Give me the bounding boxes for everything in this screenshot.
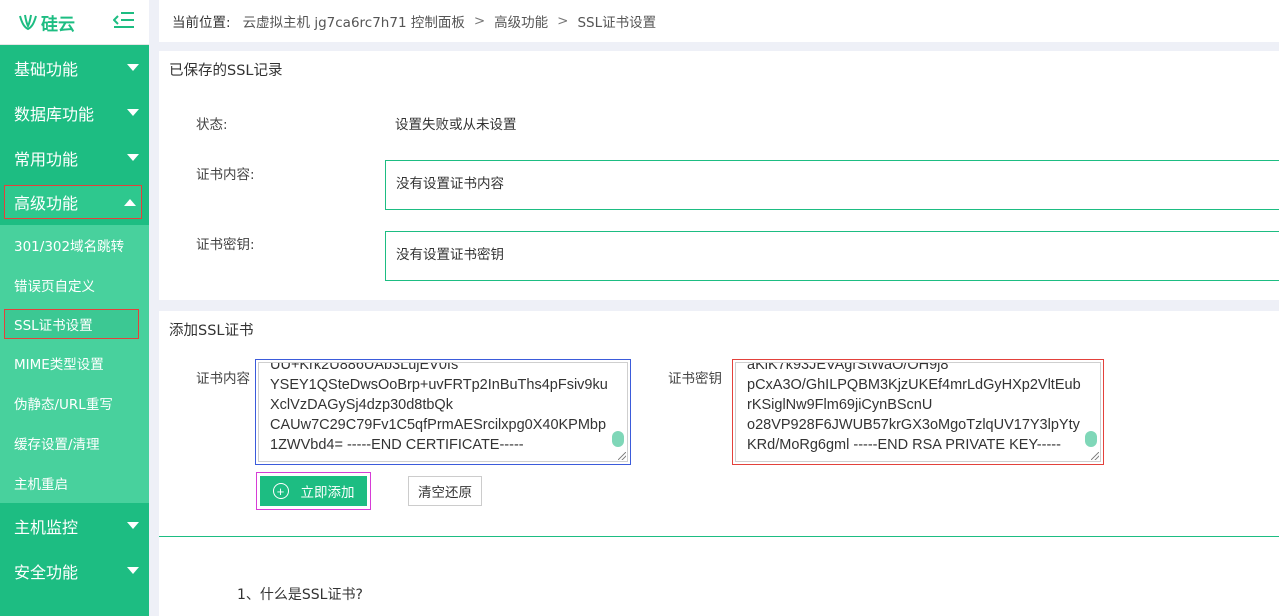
breadcrumb-prefix: 当前位置: xyxy=(172,15,231,31)
menu-group-advanced[interactable]: 高级功能 xyxy=(4,185,142,219)
saved-cert-box: 没有设置证书内容 xyxy=(385,160,1279,210)
cert-line: CAUw7C29C79Fv1C5qfPrmAESrcilxpg0X40KPMbp xyxy=(270,417,607,433)
menu-group-label: 基础功能 xyxy=(14,59,79,79)
caret-down-icon xyxy=(127,64,139,71)
logo[interactable]: 硅云 xyxy=(18,10,75,35)
resize-grip-icon[interactable] xyxy=(618,452,626,460)
faq-item[interactable]: 1、什么是SSL证书? xyxy=(237,584,363,604)
cert-textarea[interactable]: UU+Krk2U886UAb3LujEV0Is YSEY1QSteDwsOoBr… xyxy=(258,362,628,462)
menu-group-label: 数据库功能 xyxy=(14,104,95,124)
submenu-item-mime[interactable]: MIME类型设置 xyxy=(0,343,149,383)
saved-key-box: 没有设置证书密钥 xyxy=(385,231,1279,281)
plus-circle-icon: + xyxy=(272,483,289,499)
logo-text: 硅云 xyxy=(41,14,75,35)
add-now-label: 立即添加 xyxy=(300,485,355,500)
menu-group-label: 安全功能 xyxy=(14,562,79,582)
menu-group-label: 高级功能 xyxy=(14,194,79,213)
submenu-item-restart[interactable]: 主机重启 xyxy=(0,463,149,503)
status-value: 设置失败或从未设置 xyxy=(395,117,517,133)
menu-group-basic[interactable]: 基础功能 xyxy=(0,45,149,90)
caret-down-icon xyxy=(127,154,139,161)
submenu-item-cache[interactable]: 缓存设置/清理 xyxy=(0,423,149,463)
caret-up-icon xyxy=(124,198,136,206)
breadcrumb-item-advanced[interactable]: 高级功能 xyxy=(494,11,548,31)
logo-icon xyxy=(19,14,37,31)
sidebar-lower: 主机监控 安全功能 xyxy=(0,503,149,593)
add-now-button[interactable]: + 立即添加 xyxy=(260,476,367,506)
key-line: rKSiglNw9Flm69jiCynBScnU xyxy=(747,397,933,413)
key-line: pCxA3O/GhILPQBM3KjzUKEf4mrLdGyHXp2VltEub xyxy=(747,377,1081,393)
caret-down-icon xyxy=(127,522,139,529)
cert-scrollbar[interactable] xyxy=(612,431,624,447)
saved-cert-label: 证书内容: xyxy=(196,167,255,183)
breadcrumb-separator: > xyxy=(473,13,486,29)
menu-group-database[interactable]: 数据库功能 xyxy=(0,90,149,135)
saved-ssl-panel: 已保存的SSL记录 状态: 设置失败或从未设置 证书内容: 没有设置证书内容 证… xyxy=(159,51,1279,300)
divider xyxy=(159,536,1279,537)
menu-group-label: 常用功能 xyxy=(14,149,79,169)
key-scrollbar[interactable] xyxy=(1085,431,1097,447)
key-textarea-frame: aKlK7k93JEVAgrStWaO/OH9j8 pCxA3O/GhILPQB… xyxy=(732,359,1104,465)
key-line: KRd/MoRg6gml -----END RSA PRIVATE KEY---… xyxy=(747,437,1061,453)
saved-key-label: 证书密钥: xyxy=(196,237,255,253)
cert-line: 1ZWVbd4= -----END CERTIFICATE----- xyxy=(270,437,524,453)
add-ssl-panel: 添加SSL证书 证书内容 UU+Krk2U886UAb3LujEV0Is YSE… xyxy=(159,311,1279,616)
menu-group-monitor[interactable]: 主机监控 xyxy=(0,503,149,548)
submenu-item-error-page[interactable]: 错误页自定义 xyxy=(0,265,149,305)
menu-group-security[interactable]: 安全功能 xyxy=(0,548,149,593)
breadcrumb-item-panel[interactable]: 云虚拟主机 jg7ca6rc7h71 控制面板 xyxy=(243,11,465,31)
submenu-item-ssl[interactable]: SSL证书设置 xyxy=(4,309,139,339)
key-input-label: 证书密钥 xyxy=(668,371,722,387)
key-line: o28VP928F6JWUB57krGX3oMgoTzlqUV17Y3lpYty xyxy=(747,417,1080,433)
add-ssl-title: 添加SSL证书 xyxy=(169,323,254,339)
key-line: aKlK7k93JEVAgrStWaO/OH9j8 xyxy=(747,362,949,373)
advanced-submenu: 301/302域名跳转 错误页自定义 SSL证书设置 MIME类型设置 伪静态/… xyxy=(0,225,149,503)
cert-line: YSEY1QSteDwsOoBrp+uvFRTp2InBuThs4pFsiv9k… xyxy=(270,377,608,393)
cert-textarea-frame: UU+Krk2U886UAb3LujEV0Is YSEY1QSteDwsOoBr… xyxy=(255,359,631,465)
breadcrumb-item-ssl: SSL证书设置 xyxy=(577,15,657,31)
breadcrumb-separator: > xyxy=(557,13,569,29)
menu-group-common[interactable]: 常用功能 xyxy=(0,135,149,180)
menu-collapse-icon[interactable] xyxy=(112,11,135,33)
submenu-item-redirect[interactable]: 301/302域名跳转 xyxy=(0,225,149,265)
menu-group-label: 主机监控 xyxy=(14,517,79,537)
status-label: 状态: xyxy=(196,117,228,133)
saved-ssl-title: 已保存的SSL记录 xyxy=(169,63,283,79)
breadcrumb: 当前位置: 云虚拟主机 jg7ca6rc7h71 控制面板 > 高级功能 > S… xyxy=(159,0,1279,42)
clear-reset-button[interactable]: 清空还原 xyxy=(408,476,482,506)
cert-line: XclVzDAGySj4dzp30d8tbQk xyxy=(270,397,453,413)
resize-grip-icon[interactable] xyxy=(1091,452,1099,460)
caret-down-icon xyxy=(127,567,139,574)
sidebar: 硅云 基础功能 数据库功能 常用功能 高级功能 301/302域名跳转 错误页自… xyxy=(0,0,149,616)
cert-line: UU+Krk2U886UAb3LujEV0Is xyxy=(270,362,459,373)
logo-bar: 硅云 xyxy=(0,0,149,45)
cert-input-label: 证书内容 xyxy=(196,371,250,387)
caret-down-icon xyxy=(127,109,139,116)
add-button-frame: + 立即添加 xyxy=(256,472,371,510)
key-textarea[interactable]: aKlK7k93JEVAgrStWaO/OH9j8 pCxA3O/GhILPQB… xyxy=(735,362,1101,462)
submenu-item-rewrite[interactable]: 伪静态/URL重写 xyxy=(0,383,149,423)
